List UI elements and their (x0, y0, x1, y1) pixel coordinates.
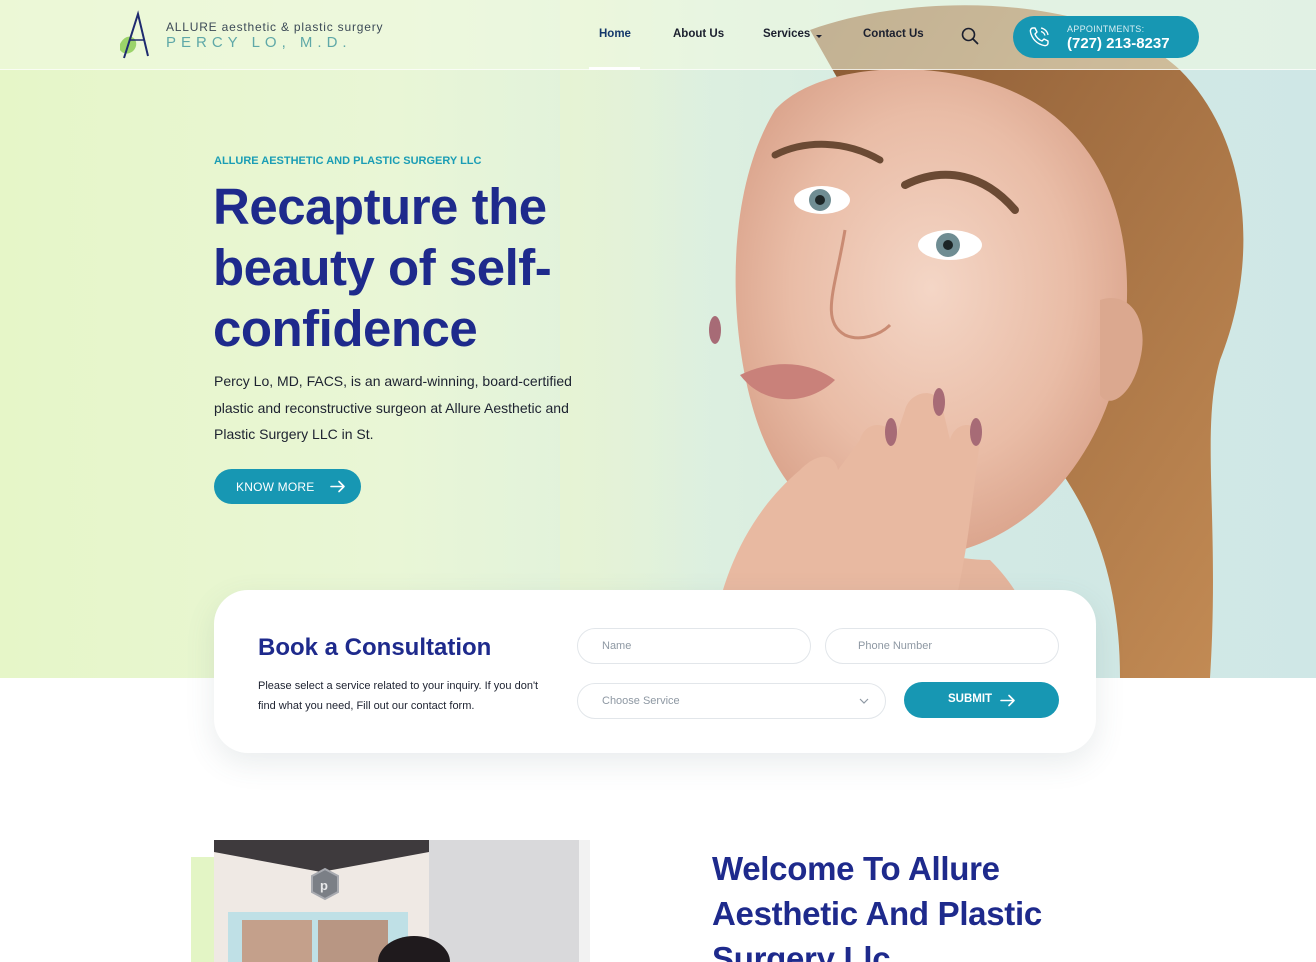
svg-text:p: p (320, 878, 328, 893)
know-more-label: KNOW MORE (236, 480, 315, 494)
chevron-down-icon (816, 35, 822, 38)
arrow-right-icon (330, 480, 345, 493)
appointments-button[interactable]: APPOINTMENTS: (727) 213-8237 (1013, 16, 1199, 58)
logo-text-line1: ALLURE aesthetic & plastic surgery (166, 20, 384, 34)
site-header: ALLURE aesthetic & plastic surgery PERCY… (0, 0, 1316, 70)
nav-home[interactable]: Home (599, 28, 631, 40)
name-placeholder: Name (602, 640, 632, 652)
hero-eyebrow: ALLURE AESTHETIC AND PLASTIC SURGERY LLC (214, 155, 482, 167)
appointments-label: APPOINTMENTS: (1067, 24, 1145, 34)
phone-number-field[interactable]: Phone Number (825, 628, 1059, 664)
welcome-clip: Welcome To Allure Aesthetic And Plastic … (700, 840, 1120, 962)
choose-service-placeholder: Choose Service (602, 695, 680, 707)
chevron-down-icon (859, 698, 869, 704)
hero-description: Percy Lo, MD, FACS, is an award-winning,… (214, 373, 572, 442)
consultation-card: Book a Consultation Please select a serv… (214, 590, 1096, 753)
logo-text-line2: PERCY LO, M.D. (166, 34, 352, 51)
nav-services[interactable]: Services (763, 28, 810, 40)
consultation-text: Please select a service related to your … (258, 680, 539, 712)
submit-button[interactable]: SUBMIT (904, 682, 1059, 718)
nav-contact-us[interactable]: Contact Us (863, 28, 924, 40)
submit-label: SUBMIT (948, 693, 993, 705)
doctor-photo-image: p (214, 840, 590, 962)
choose-service-select[interactable]: Choose Service (577, 683, 886, 719)
nav-active-indicator (589, 67, 640, 70)
welcome-title: Welcome To Allure Aesthetic And Plastic … (712, 850, 1042, 962)
name-field[interactable]: Name (577, 628, 811, 664)
know-more-button[interactable]: KNOW MORE (214, 469, 361, 504)
hero-headline: Recapture the beauty of self-confidence (213, 178, 552, 357)
nav-about-us[interactable]: About Us (673, 28, 724, 40)
search-icon[interactable] (960, 26, 980, 46)
phone-number-placeholder: Phone Number (858, 640, 932, 652)
appointments-phone: (727) 213-8237 (1067, 35, 1170, 52)
logo-mark-icon (120, 10, 149, 59)
arrow-right-icon (1000, 694, 1015, 707)
hero-portrait-image (560, 0, 1244, 678)
phone-icon (1029, 27, 1049, 47)
hero-section (0, 0, 1316, 678)
consultation-title: Book a Consultation (258, 634, 492, 661)
site-logo[interactable]: ALLURE aesthetic & plastic surgery PERCY… (114, 10, 384, 62)
